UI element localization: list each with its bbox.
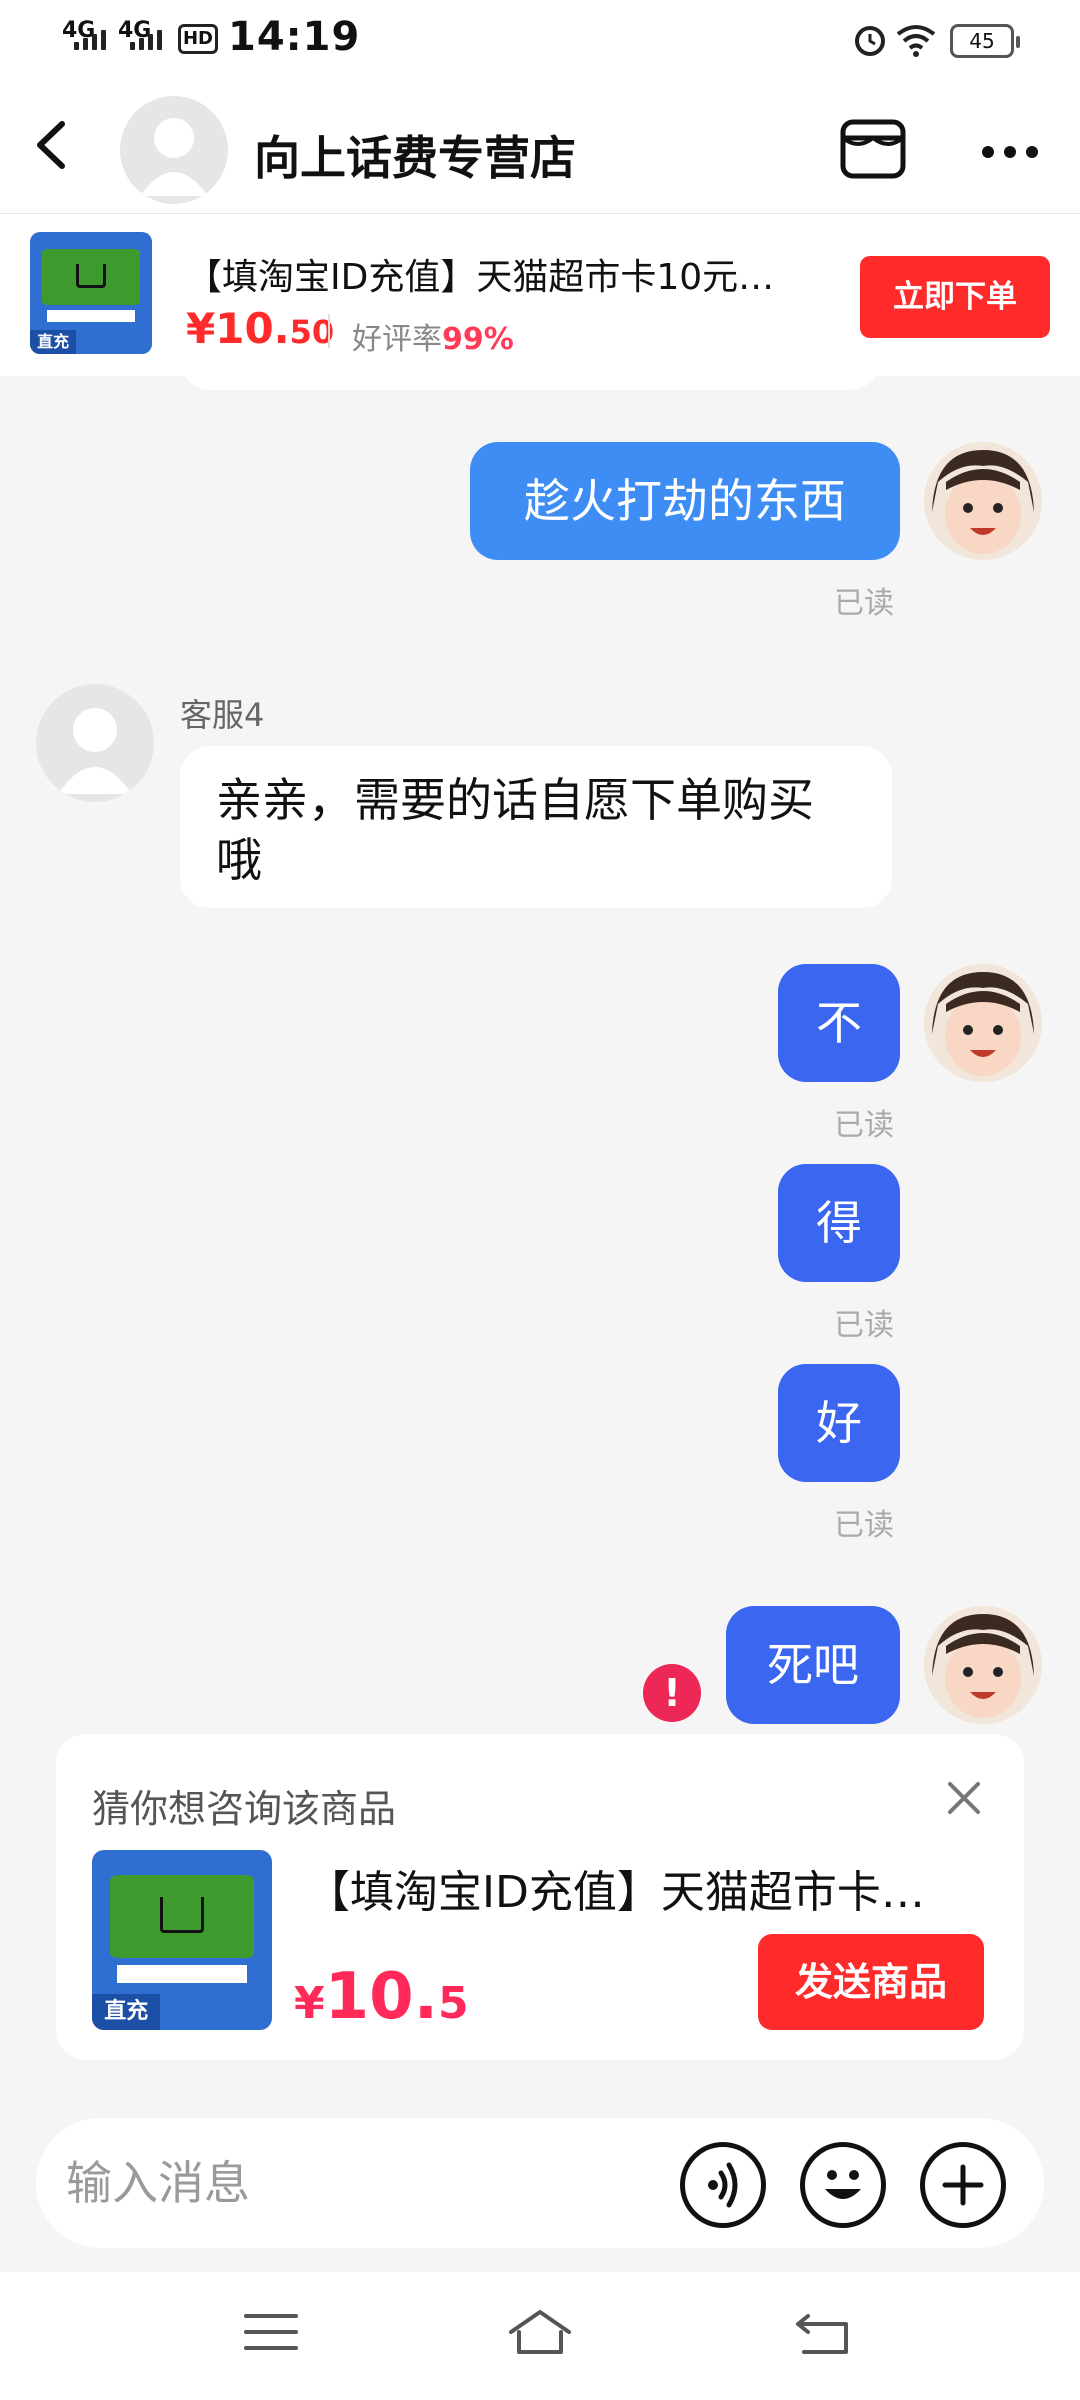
- rating-value: 99%: [442, 322, 514, 357]
- shop-name[interactable]: 向上话费专营店: [254, 122, 576, 188]
- emoji-button[interactable]: [800, 2142, 886, 2228]
- nav-back-icon[interactable]: [788, 2302, 858, 2362]
- more-actions-button[interactable]: [920, 2142, 1006, 2228]
- child-face-icon: [924, 442, 1042, 560]
- child-face-icon: [924, 964, 1042, 1082]
- message-bubble-out[interactable]: 好: [778, 1364, 900, 1482]
- price-decimal: 5: [438, 1978, 469, 2029]
- voice-button[interactable]: [680, 2142, 766, 2228]
- user-avatar[interactable]: [924, 1606, 1042, 1724]
- user-avatar[interactable]: [924, 442, 1042, 560]
- user-avatar[interactable]: [924, 964, 1042, 1082]
- suggestion-title: 猜你想咨询该商品: [92, 1787, 397, 1831]
- chat-header: 向上话费专营店: [0, 82, 1080, 214]
- message-bubble-out[interactable]: 得: [778, 1164, 900, 1282]
- product-title[interactable]: 【填淘宝ID充值】天猫超市卡10元天…: [186, 248, 806, 300]
- order-now-button[interactable]: 立即下单: [860, 256, 1050, 338]
- menu-icon[interactable]: [236, 2302, 306, 2362]
- signal-icon: [74, 30, 106, 50]
- more-icon[interactable]: [970, 122, 1050, 182]
- suggested-product-name[interactable]: 【填淘宝ID充值】天猫超市卡…: [306, 1856, 996, 1920]
- clock: 14:19: [228, 14, 361, 60]
- back-arrow-icon[interactable]: [22, 110, 92, 180]
- battery-indicator: 45: [950, 24, 1020, 58]
- shop-avatar[interactable]: [120, 96, 228, 204]
- currency-symbol: ¥: [294, 1978, 325, 2029]
- signal-icon: [130, 30, 162, 50]
- divider: [328, 314, 330, 348]
- message-bubble-out[interactable]: 趁火打劫的东西: [470, 442, 900, 560]
- home-icon[interactable]: [505, 2302, 575, 2362]
- direct-charge-tag: 直充: [30, 329, 77, 354]
- product-thumbnail[interactable]: 直充: [30, 232, 152, 354]
- message-input[interactable]: [66, 2142, 646, 2224]
- agent-avatar[interactable]: [36, 684, 154, 802]
- message-input-bar: [36, 2118, 1044, 2248]
- rating: 好评率99%: [352, 314, 514, 358]
- send-product-button[interactable]: 发送商品: [758, 1934, 984, 2030]
- hd-indicator: HD: [178, 24, 218, 54]
- direct-charge-tag: 直充: [92, 1994, 161, 2030]
- voice-icon: [708, 2162, 738, 2208]
- default-user-icon: [58, 708, 132, 794]
- child-face-icon: [924, 1606, 1042, 1724]
- product-price: ¥10.50: [186, 304, 334, 353]
- send-failed-icon[interactable]: !: [643, 1664, 701, 1722]
- read-receipt: 已读: [834, 1108, 894, 1143]
- status-bar: 4G 4G HD 14:19 45: [0, 0, 1080, 82]
- message-bubble-out[interactable]: 死吧: [726, 1606, 900, 1724]
- message-bubble-in[interactable]: 亲亲，需要的话自愿下单购买哦: [180, 746, 892, 908]
- message-bubble-out[interactable]: 不: [778, 964, 900, 1082]
- read-receipt: 已读: [834, 1308, 894, 1343]
- product-strip[interactable]: 直充 【填淘宝ID充值】天猫超市卡10元天… ¥10.50 好评率99% 立即下…: [0, 214, 1080, 376]
- alarm-icon: [855, 26, 885, 56]
- emoji-icon: [825, 2170, 861, 2199]
- close-icon[interactable]: [938, 1772, 990, 1824]
- rating-label: 好评率: [352, 322, 442, 357]
- agent-name: 客服4: [180, 696, 265, 734]
- plus-icon: [942, 2164, 984, 2206]
- wifi-icon: [896, 25, 936, 57]
- price-integer: 10.: [324, 1960, 438, 2034]
- price-integer: ¥10.: [186, 304, 290, 353]
- suggested-product-thumbnail[interactable]: 直充: [92, 1850, 272, 2030]
- suggested-product-card: 猜你想咨询该商品 直充 【填淘宝ID充值】天猫超市卡… ¥10.5 发送商品: [56, 1734, 1024, 2060]
- store-icon[interactable]: [838, 116, 908, 182]
- default-user-icon: [140, 118, 208, 196]
- system-nav-bar: [0, 2272, 1080, 2400]
- read-receipt: 已读: [834, 1508, 894, 1543]
- suggested-product-price: ¥10.5: [294, 1960, 469, 2034]
- read-receipt: 已读: [834, 586, 894, 621]
- previous-message-bubble: [180, 360, 880, 390]
